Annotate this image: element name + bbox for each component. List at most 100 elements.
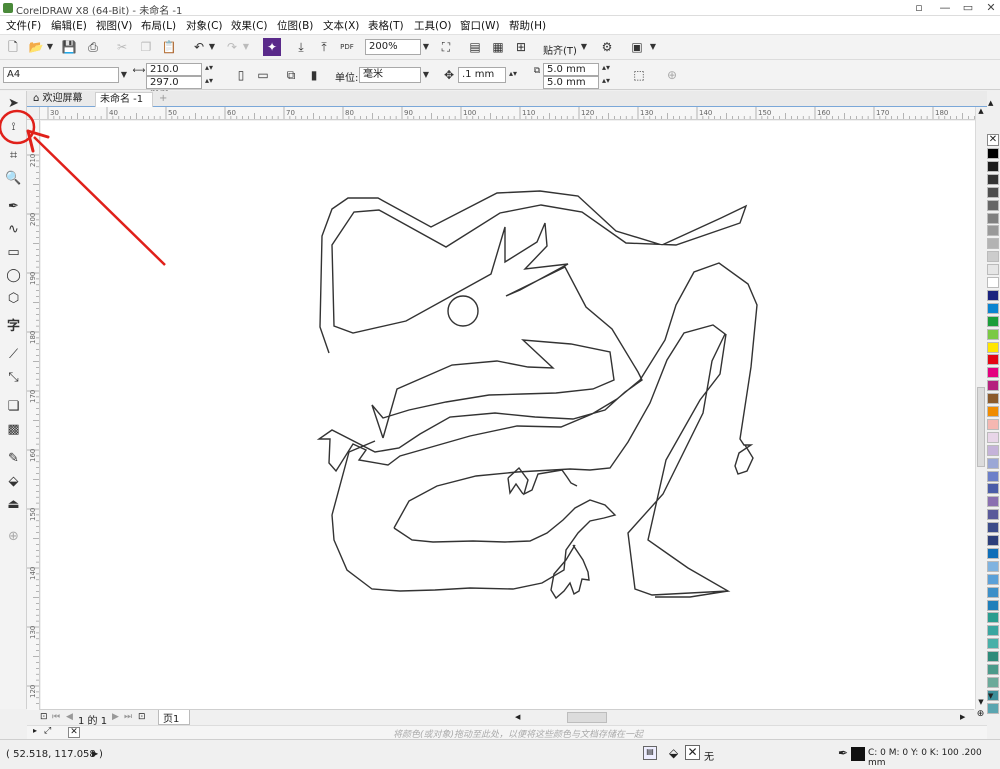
- portrait-icon[interactable]: ▯: [232, 66, 250, 84]
- menu-text[interactable]: 文本(X): [323, 18, 359, 33]
- export-icon[interactable]: ⤒: [315, 38, 333, 56]
- menu-file[interactable]: 文件(F): [6, 18, 41, 33]
- show-rulers-icon[interactable]: ▤: [466, 38, 484, 56]
- color-swatch[interactable]: [987, 354, 999, 366]
- cut-icon[interactable]: ✂: [113, 38, 131, 56]
- vertical-scroll-thumb[interactable]: [977, 387, 985, 467]
- paste-icon[interactable]: 📋: [160, 38, 178, 56]
- tab-untitled-1[interactable]: 未命名 -1: [95, 92, 153, 107]
- menu-object[interactable]: 对象(C): [186, 18, 223, 33]
- add-quick-customize-icon[interactable]: ⊕: [663, 66, 681, 84]
- print-icon[interactable]: ⎙: [84, 38, 102, 56]
- color-swatch[interactable]: [987, 238, 999, 250]
- publish-pdf-icon[interactable]: PDF: [338, 38, 356, 56]
- application-launcher-icon[interactable]: ▣: [628, 38, 646, 56]
- ellipse-tool-icon[interactable]: ◯: [4, 266, 23, 285]
- open-folder-icon[interactable]: 📂: [27, 38, 45, 56]
- menu-help[interactable]: 帮助(H): [509, 18, 546, 33]
- launcher-dropdown-icon[interactable]: ▼: [648, 42, 658, 51]
- menu-table[interactable]: 表格(T): [368, 18, 404, 33]
- page-size-dropdown-icon[interactable]: ▼: [119, 70, 129, 79]
- palette-scroll-down-icon[interactable]: ▼: [988, 692, 993, 700]
- zoom-tool-icon[interactable]: 🔍: [4, 169, 23, 188]
- color-swatch[interactable]: [987, 328, 999, 340]
- color-swatch[interactable]: [987, 264, 999, 276]
- import-icon[interactable]: ⤓: [292, 38, 310, 56]
- palette-scroll-up-icon[interactable]: ▲: [988, 99, 993, 107]
- color-eyedropper-tool-icon[interactable]: ✎: [4, 449, 23, 468]
- treat-as-filled-icon[interactable]: ⬚: [630, 66, 648, 84]
- freehand-tool-icon[interactable]: ✒: [4, 197, 23, 216]
- quick-customize-icon[interactable]: ⊕: [4, 527, 23, 546]
- new-document-icon[interactable]: 🗋: [4, 38, 22, 56]
- tab-welcome-screen[interactable]: ⌂ 欢迎屏幕: [29, 92, 95, 107]
- menu-view[interactable]: 视图(V): [96, 18, 132, 33]
- vertical-scrollbar[interactable]: ▲ ▼: [975, 107, 986, 709]
- color-swatch[interactable]: [987, 496, 999, 508]
- color-swatch[interactable]: [987, 702, 999, 714]
- docpal-eyedropper-icon[interactable]: ⤢: [44, 726, 51, 736]
- color-swatch[interactable]: [987, 380, 999, 392]
- transparency-tool-icon[interactable]: ▩: [4, 420, 23, 439]
- text-tool-icon[interactable]: 字: [4, 317, 23, 336]
- snap-to-label[interactable]: 贴齐(T): [543, 42, 577, 57]
- ruler-origin[interactable]: [27, 107, 40, 120]
- prev-page-icon[interactable]: ◀: [66, 712, 73, 722]
- color-swatch[interactable]: [987, 664, 999, 675]
- color-swatch[interactable]: [987, 612, 999, 624]
- dup-x-spin-icon[interactable]: ▴▾: [601, 63, 611, 72]
- horizontal-scroll-thumb[interactable]: [567, 712, 607, 723]
- menu-window[interactable]: 窗口(W): [460, 18, 500, 33]
- color-swatch[interactable]: [987, 212, 999, 224]
- page-width-field[interactable]: 210.0 mm: [146, 63, 202, 86]
- polygon-tool-icon[interactable]: ⬡: [4, 289, 23, 308]
- color-swatch[interactable]: [987, 160, 999, 172]
- color-swatch[interactable]: [987, 315, 999, 327]
- dup-y-spin-icon[interactable]: ▴▾: [601, 76, 611, 85]
- next-page-icon[interactable]: ▶: [112, 712, 119, 722]
- page-size-select[interactable]: A4: [3, 67, 119, 83]
- outline-color-swatch[interactable]: [851, 747, 865, 761]
- first-page-icon[interactable]: ⏮: [52, 712, 60, 722]
- units-dropdown-icon[interactable]: ▼: [421, 70, 431, 79]
- duplicate-y-field[interactable]: 5.0 mm: [543, 76, 599, 89]
- close-button[interactable]: ✕: [978, 0, 1000, 16]
- duplicate-x-field[interactable]: 5.0 mm: [543, 63, 599, 76]
- color-swatch[interactable]: [987, 586, 999, 598]
- color-swatch[interactable]: [987, 186, 999, 198]
- show-grid-icon[interactable]: ▦: [489, 38, 507, 56]
- menu-edit[interactable]: 编辑(E): [51, 18, 87, 33]
- color-swatch[interactable]: [987, 367, 999, 379]
- landscape-icon[interactable]: ▭: [254, 66, 272, 84]
- color-swatch[interactable]: [987, 625, 999, 637]
- undo-icon[interactable]: ↶: [190, 38, 208, 56]
- artistic-media-tool-icon[interactable]: ∿: [4, 220, 23, 239]
- color-swatch[interactable]: [987, 199, 999, 211]
- color-swatch[interactable]: [987, 483, 999, 495]
- drop-shadow-tool-icon[interactable]: ❏: [4, 397, 23, 416]
- full-screen-icon[interactable]: ⛶: [437, 38, 455, 56]
- options-gear-icon[interactable]: ⚙: [598, 38, 616, 56]
- zoom-dropdown-icon[interactable]: ▼: [421, 42, 431, 51]
- menu-layout[interactable]: 布局(L): [141, 18, 176, 33]
- color-swatch[interactable]: [987, 418, 999, 430]
- fill-none-swatch-icon[interactable]: ✕: [685, 745, 700, 760]
- no-color-swatch-icon[interactable]: ✕: [987, 134, 999, 146]
- show-guidelines-icon[interactable]: ⊞: [512, 38, 530, 56]
- dragon-outline-drawing[interactable]: [41, 121, 975, 709]
- color-swatch[interactable]: [987, 277, 999, 288]
- zoom-level-field[interactable]: 200%: [365, 39, 421, 55]
- color-swatch[interactable]: [987, 173, 999, 185]
- height-spin-icon[interactable]: ▴▾: [204, 76, 214, 85]
- color-swatch[interactable]: [987, 444, 999, 456]
- color-swatch[interactable]: [987, 560, 999, 572]
- help-icon[interactable]: ▫: [906, 0, 932, 16]
- open-dropdown-icon[interactable]: ▼: [45, 42, 55, 51]
- hscroll-right-icon[interactable]: ▶: [960, 713, 965, 721]
- color-swatch[interactable]: [987, 225, 999, 237]
- color-swatch[interactable]: [987, 393, 999, 405]
- menu-tools[interactable]: 工具(O): [414, 18, 451, 33]
- color-swatch[interactable]: [987, 573, 999, 585]
- color-swatch[interactable]: [987, 289, 999, 301]
- color-swatch[interactable]: [987, 406, 999, 417]
